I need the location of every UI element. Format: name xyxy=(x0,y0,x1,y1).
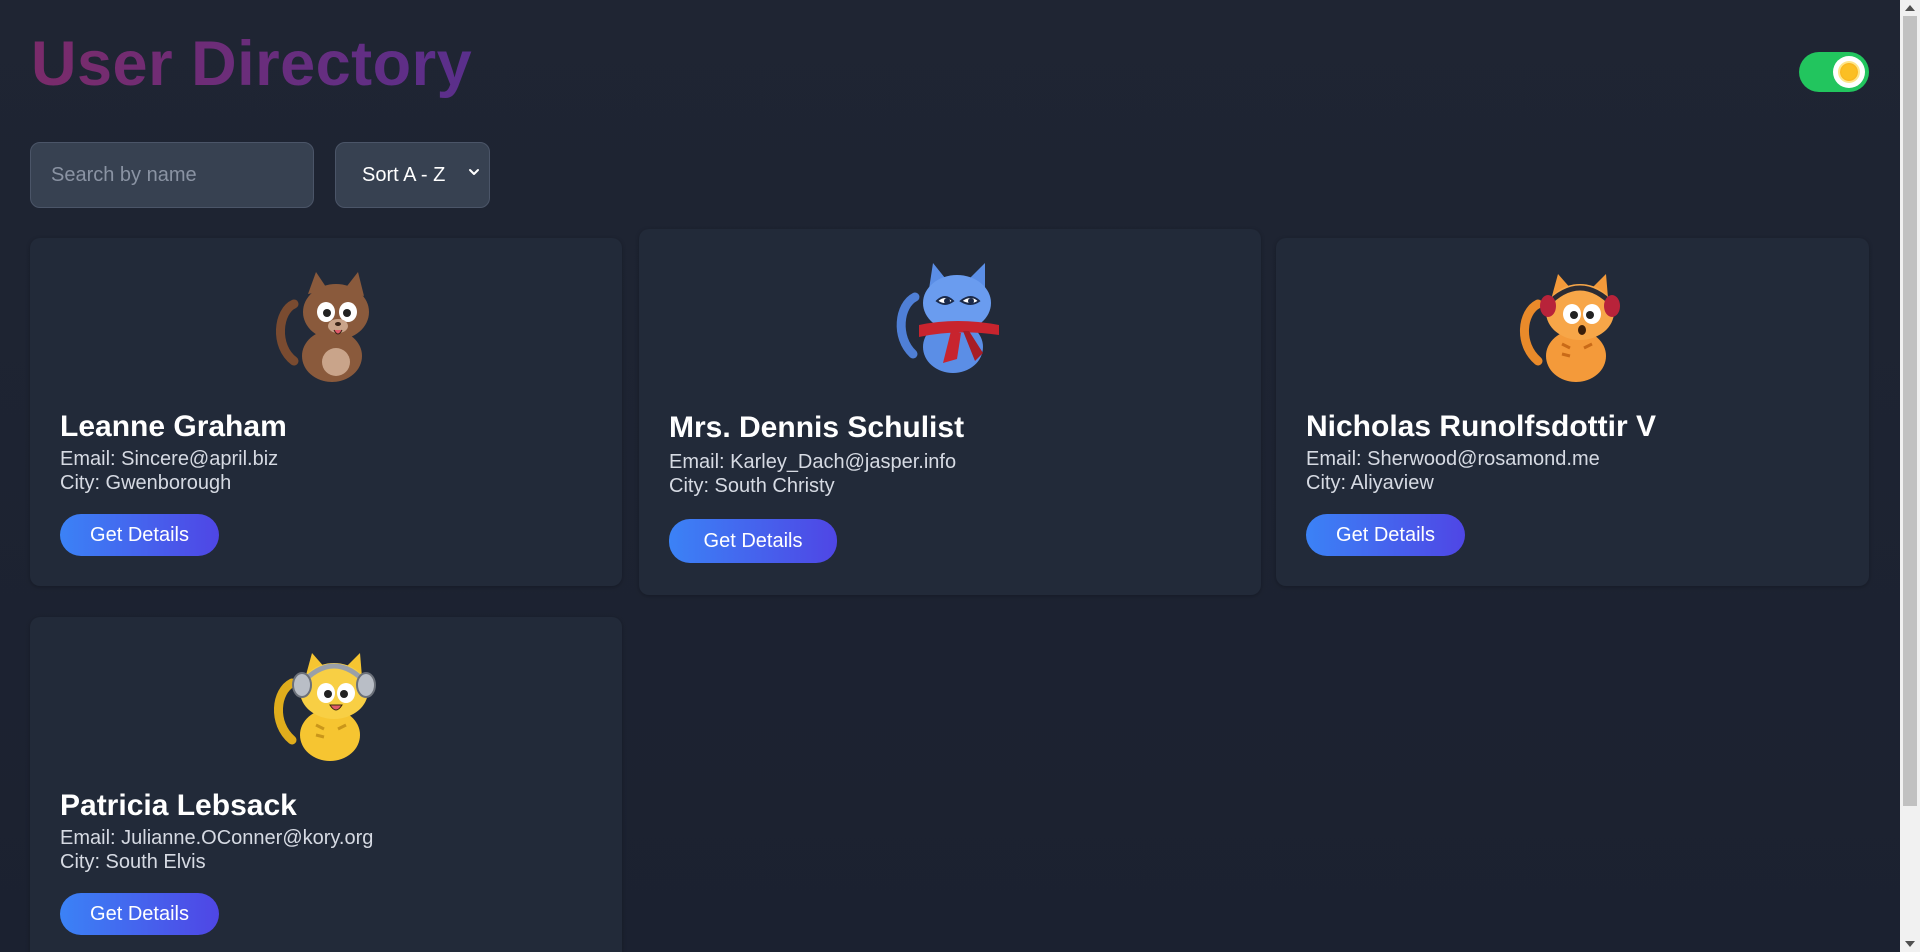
search-input[interactable] xyxy=(30,142,314,208)
user-city: City: Aliyaview xyxy=(1306,472,1434,494)
sun-icon xyxy=(1840,63,1858,81)
sort-select[interactable]: Sort A - Z xyxy=(335,142,490,208)
user-city: City: South Elvis xyxy=(60,851,206,873)
blue-cat-red-scarf-avatar xyxy=(896,263,999,373)
user-city: City: South Christy xyxy=(669,475,835,497)
user-email: Email: Julianne.OConner@kory.org xyxy=(60,827,374,849)
user-card: Mrs. Dennis Schulist Email: Karley_Dach@… xyxy=(639,229,1261,595)
user-card: Leanne Graham Email: Sincere@april.biz C… xyxy=(30,238,622,586)
scroll-up-icon[interactable] xyxy=(1905,5,1915,11)
user-email: Email: Sherwood@rosamond.me xyxy=(1306,448,1600,470)
toggle-knob xyxy=(1833,56,1865,88)
user-email: Email: Karley_Dach@jasper.info xyxy=(669,451,957,473)
scroll-down-icon[interactable] xyxy=(1905,941,1915,947)
chevron-down-icon xyxy=(469,169,479,175)
get-details-button[interactable]: Get Details xyxy=(60,514,219,556)
user-name: Nicholas Runolfsdottir V xyxy=(1306,410,1657,443)
get-details-button[interactable]: Get Details xyxy=(60,893,219,935)
yellow-cat-headphones-avatar xyxy=(274,653,376,761)
page: User Directory Sort A - Z Leanne xyxy=(0,0,1900,952)
get-details-button[interactable]: Get Details xyxy=(1306,514,1465,556)
sort-select-value: Sort A - Z xyxy=(362,163,446,186)
user-name: Patricia Lebsack xyxy=(60,789,297,822)
user-card: Patricia Lebsack Email: Julianne.OConner… xyxy=(30,617,622,952)
brown-cat-avatar xyxy=(276,272,369,382)
orange-cat-headphones-avatar xyxy=(1520,274,1620,382)
page-scrollbar[interactable] xyxy=(1900,0,1920,952)
scrollbar-thumb[interactable] xyxy=(1903,16,1917,806)
user-city: City: Gwenborough xyxy=(60,472,232,494)
user-name: Mrs. Dennis Schulist xyxy=(669,411,965,444)
user-name: Leanne Graham xyxy=(60,410,287,443)
get-details-button[interactable]: Get Details xyxy=(669,519,837,563)
user-card: Nicholas Runolfsdottir V Email: Sherwood… xyxy=(1276,238,1869,586)
theme-toggle[interactable] xyxy=(1799,52,1869,92)
page-title: User Directory xyxy=(31,29,473,99)
user-email: Email: Sincere@april.biz xyxy=(60,448,279,470)
